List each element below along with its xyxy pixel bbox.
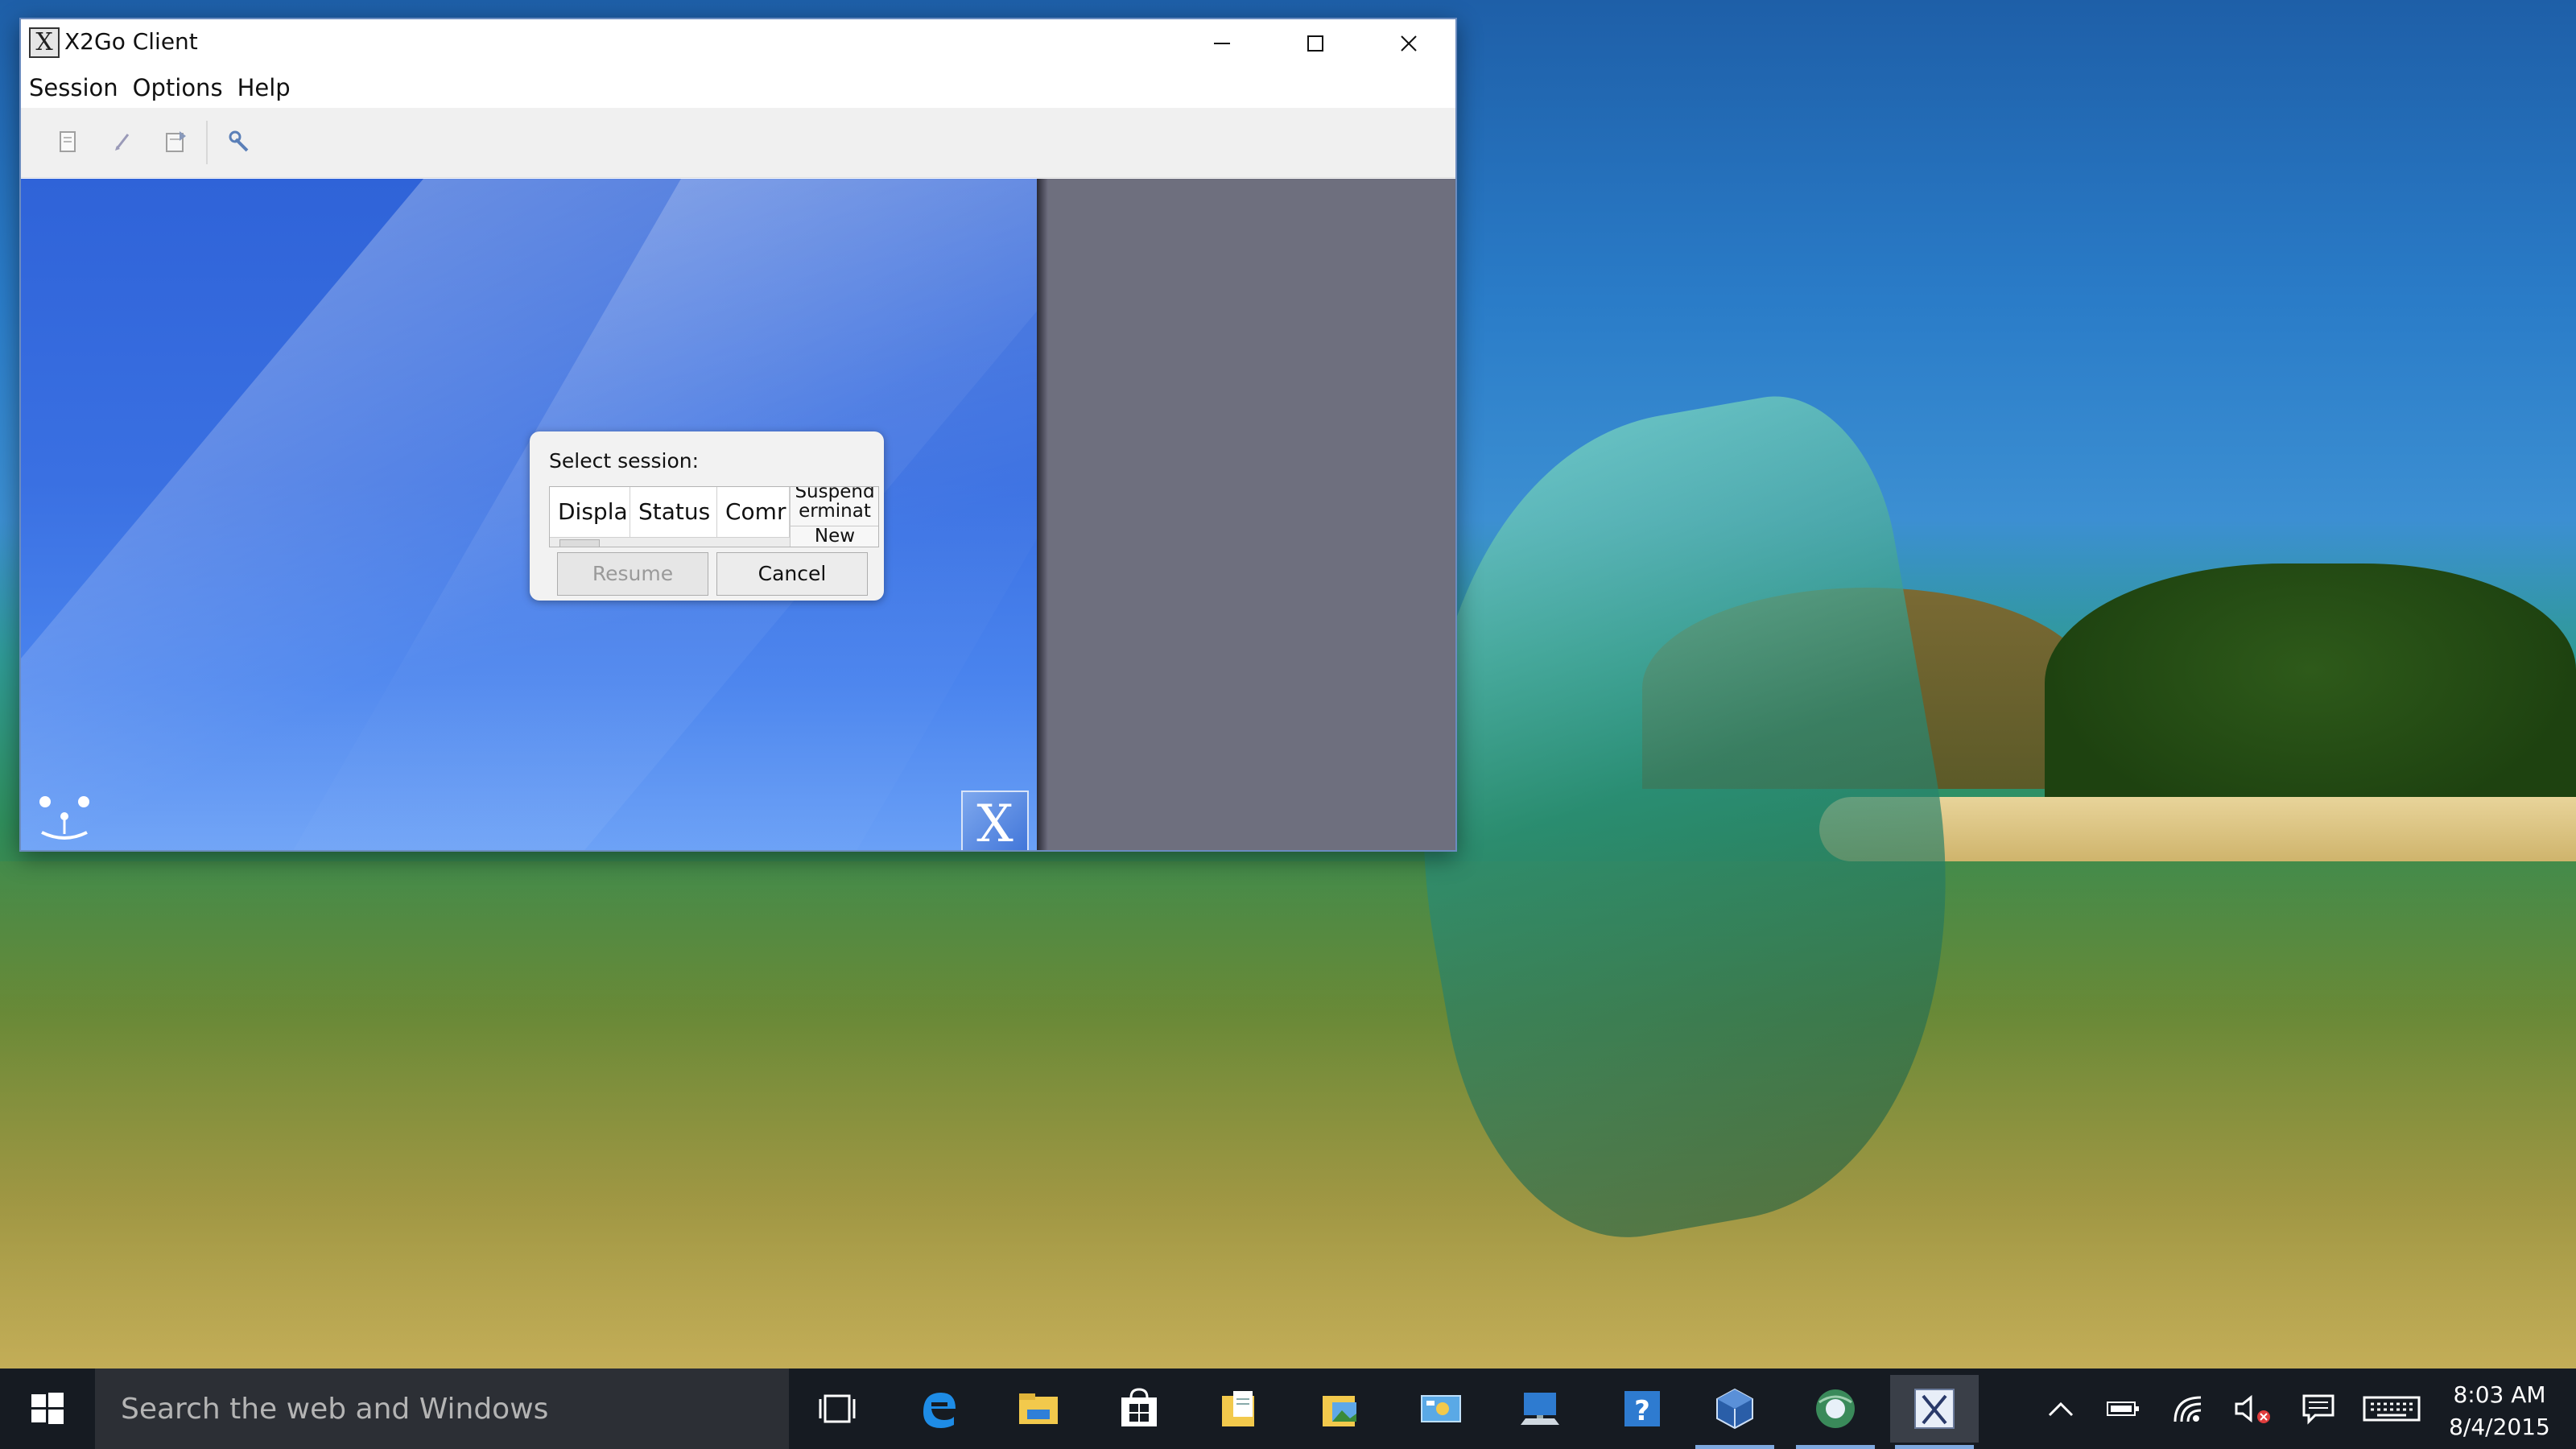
clock-time[interactable]: 8:03 AM: [2439, 1381, 2560, 1408]
cancel-button[interactable]: Cancel: [716, 552, 868, 596]
preferences-button[interactable]: [225, 127, 254, 156]
taskbar: Search the web and Windows ? 8:03 AM 8/4…: [0, 1368, 2576, 1449]
file-explorer-button[interactable]: [994, 1375, 1083, 1443]
menu-options[interactable]: Options: [126, 74, 229, 101]
resume-button[interactable]: Resume: [557, 552, 708, 596]
terminate-button[interactable]: erminat: [791, 502, 878, 521]
battery-button[interactable]: [2106, 1393, 2141, 1425]
task-view-icon: [819, 1394, 856, 1423]
network-button[interactable]: [2170, 1393, 2206, 1425]
control-panel-icon: [1421, 1395, 1461, 1422]
edge-icon: [923, 1393, 956, 1428]
export-session-button[interactable]: [161, 127, 190, 156]
browser-globe-icon: [1816, 1389, 1855, 1428]
session-list-panel: [1048, 179, 1455, 850]
maximize-icon: [1307, 35, 1323, 52]
x2go-logo: X: [961, 791, 1029, 850]
keyboard-icon: [2363, 1396, 2421, 1422]
x2go-client-window: X X2Go Client Session Options Help X Sel…: [19, 18, 1457, 852]
minimize-icon: [1214, 43, 1230, 44]
close-button[interactable]: [1362, 19, 1455, 68]
maximize-button[interactable]: [1269, 19, 1362, 68]
panel-divider: [1037, 179, 1048, 850]
toolbar: [21, 108, 1455, 178]
running-indicator: [1695, 1445, 1774, 1449]
battery-icon: [2107, 1402, 2139, 1416]
close-icon: [1401, 35, 1417, 52]
pictures-icon: [1323, 1396, 1356, 1426]
notifications-icon: [2302, 1394, 2334, 1425]
scrollbar-thumb[interactable]: [559, 539, 600, 547]
running-indicator: [1796, 1445, 1875, 1449]
remote-desktop-icon: [1521, 1393, 1559, 1425]
export-session-icon: [166, 131, 186, 152]
store-button[interactable]: [1095, 1375, 1183, 1443]
x2go-taskbar-button[interactable]: [1890, 1375, 1979, 1449]
column-header-status[interactable]: Status: [630, 487, 717, 537]
session-table[interactable]: Displa Status Comr Suspend erminat New: [549, 486, 879, 547]
start-button[interactable]: [0, 1368, 95, 1449]
pictures-button[interactable]: [1296, 1375, 1385, 1443]
action-center-button[interactable]: [2301, 1393, 2336, 1425]
column-header-display[interactable]: Displa: [550, 487, 630, 537]
task-view-button[interactable]: [793, 1375, 881, 1443]
running-indicator: [1895, 1445, 1974, 1449]
session-display-area: X Select session: Displa Status Comr Sus…: [21, 179, 1037, 850]
volume-button[interactable]: [2233, 1393, 2273, 1425]
session-actions: Suspend erminat New: [790, 487, 878, 547]
touch-keyboard-button[interactable]: [2362, 1393, 2421, 1425]
wifi-icon: [2174, 1396, 2202, 1422]
browser-globe-button[interactable]: [1791, 1375, 1880, 1449]
search-placeholder: Search the web and Windows: [121, 1393, 549, 1426]
chevron-up-icon: [2048, 1402, 2074, 1417]
control-panel-button[interactable]: [1397, 1375, 1485, 1443]
minimize-button[interactable]: [1175, 19, 1269, 68]
x2go-app-icon: X: [29, 27, 60, 58]
window-titlebar[interactable]: X X2Go Client: [21, 19, 1455, 68]
help-button[interactable]: ?: [1598, 1375, 1686, 1443]
show-hidden-icons-button[interactable]: [2045, 1393, 2077, 1425]
wallpaper-trees: [2045, 564, 2576, 829]
toolbar-separator: [206, 121, 208, 164]
remote-desktop-button[interactable]: [1497, 1375, 1586, 1443]
settings-wrench-icon: [229, 130, 249, 152]
menu-session[interactable]: Session: [23, 74, 125, 101]
file-explorer-icon: [1019, 1393, 1058, 1424]
svg-text:?: ?: [1634, 1395, 1650, 1427]
window-title: X2Go Client: [64, 28, 198, 55]
x2go-icon: [1914, 1389, 1955, 1429]
select-session-label: Select session:: [549, 449, 700, 473]
virtualbox-button[interactable]: [1690, 1375, 1779, 1449]
horizontal-scrollbar[interactable]: [550, 537, 790, 547]
new-session-button-dialog[interactable]: New: [791, 526, 878, 546]
edge-button[interactable]: [894, 1375, 982, 1443]
windows-logo-icon: [31, 1393, 64, 1424]
column-header-command[interactable]: Comr: [717, 487, 790, 537]
documents-button[interactable]: [1195, 1375, 1284, 1443]
documents-icon: [1222, 1391, 1254, 1426]
new-session-button[interactable]: [53, 127, 82, 156]
virtualbox-icon: [1716, 1388, 1753, 1430]
menubar: Session Options Help: [21, 68, 1455, 108]
help-icon: ?: [1624, 1391, 1660, 1427]
x2go-mascot-icon: [39, 796, 89, 840]
menu-help[interactable]: Help: [231, 74, 297, 101]
edit-session-button[interactable]: [108, 127, 137, 156]
select-session-dialog: Select session: Displa Status Comr Suspe…: [530, 431, 884, 601]
store-icon: [1121, 1388, 1157, 1426]
edit-session-icon: [115, 134, 130, 151]
clock-date[interactable]: 8/4/2015: [2439, 1414, 2560, 1440]
wallpaper-water: [0, 861, 2576, 1368]
search-box[interactable]: Search the web and Windows: [95, 1368, 789, 1449]
speaker-muted-icon: [2235, 1394, 2270, 1423]
new-session-icon: [60, 131, 76, 152]
suspend-button[interactable]: Suspend: [791, 487, 878, 502]
